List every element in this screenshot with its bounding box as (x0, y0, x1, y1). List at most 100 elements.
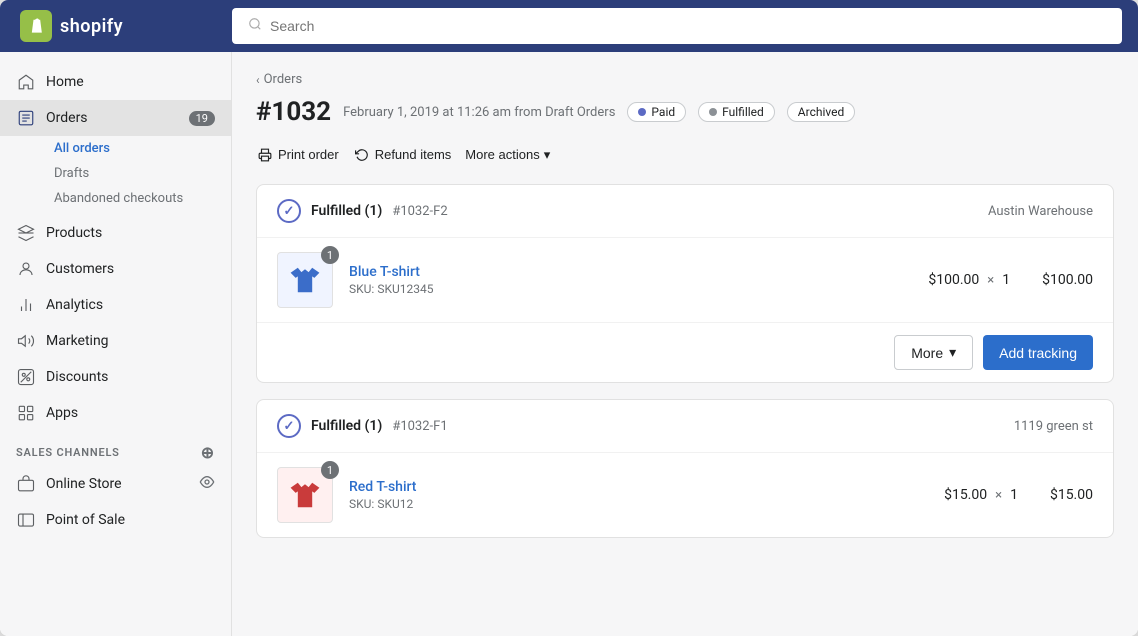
check-mark-1: ✓ (284, 204, 295, 219)
card-footer-1: More ▾ Add tracking (257, 322, 1113, 382)
sidebar-item-orders-label: Orders (46, 110, 179, 126)
sidebar-item-apps-label: Apps (46, 405, 215, 421)
home-icon (16, 72, 36, 92)
more-actions-button[interactable]: More actions ▾ (465, 147, 550, 163)
card-header-left-1: ✓ Fulfilled (1) #1032-F2 (277, 199, 448, 223)
paid-label: Paid (651, 105, 675, 119)
apps-icon (16, 403, 36, 423)
orders-badge: 19 (189, 111, 215, 126)
topbar: shopify (0, 0, 1138, 52)
sidebar-item-pos[interactable]: Point of Sale (0, 502, 231, 538)
analytics-icon (16, 295, 36, 315)
product-unit-price-1: $100.00 (928, 272, 979, 288)
fulfilled-dot (709, 108, 717, 116)
badge-archived: Archived (787, 102, 855, 122)
product-info-2: Red T-shirt SKU: SKU12 (349, 479, 928, 511)
refund-items-button[interactable]: Refund items (353, 143, 454, 166)
search-bar[interactable] (232, 8, 1122, 44)
sidebar-item-discounts[interactable]: Discounts (0, 359, 231, 395)
sidebar-item-home-label: Home (46, 74, 215, 90)
more-actions-chevron-icon: ▾ (544, 147, 551, 163)
fulfillment-id-1: #1032-F2 (392, 204, 447, 219)
more-chevron-icon-1: ▾ (949, 344, 956, 361)
customers-icon (16, 259, 36, 279)
search-icon (248, 17, 262, 35)
online-store-view-icon[interactable] (199, 474, 215, 494)
fulfillment-status-1: Fulfilled (1) (311, 203, 382, 219)
order-number: #1032 (256, 97, 331, 127)
shopify-logo: shopify (20, 10, 123, 42)
sidebar-item-customers-label: Customers (46, 261, 215, 277)
sub-nav-all-orders[interactable]: All orders (46, 136, 231, 161)
sub-nav-drafts[interactable]: Drafts (46, 161, 231, 186)
pos-icon (16, 510, 36, 530)
fulfillment-location-1: Austin Warehouse (988, 204, 1093, 219)
fulfillment-status-2: Fulfilled (1) (311, 418, 382, 434)
product-qty-badge-1: 1 (321, 246, 339, 264)
brand-area: shopify (0, 10, 232, 42)
add-sales-channel-icon[interactable]: ⊕ (201, 443, 215, 462)
product-quantity-2: 1 (1010, 487, 1018, 503)
product-total-1: $100.00 (1042, 272, 1093, 288)
sidebar-item-online-store[interactable]: Online Store (0, 466, 231, 502)
more-actions-label: More actions (465, 147, 539, 162)
add-tracking-button-1[interactable]: Add tracking (983, 335, 1093, 370)
sidebar-item-products[interactable]: Products (0, 215, 231, 251)
card-header-2: ✓ Fulfilled (1) #1032-F1 1119 green st (257, 400, 1113, 453)
fulfilled-check-icon-2: ✓ (277, 414, 301, 438)
sidebar-item-products-label: Products (46, 225, 215, 241)
fulfillment-id-2: #1032-F1 (392, 419, 447, 434)
more-label-1: More (911, 345, 943, 361)
online-store-icon (16, 474, 36, 494)
sidebar-item-orders[interactable]: Orders 19 (0, 100, 231, 136)
shopify-wordmark: shopify (60, 16, 123, 37)
product-total-2: $15.00 (1050, 487, 1093, 503)
sidebar: Home Orders 19 All orders Drafts Abandon… (0, 52, 232, 636)
sales-channels-label: SALES CHANNELS (16, 446, 120, 459)
action-toolbar: Print order Refund items More actions ▾ (256, 143, 1114, 166)
product-name-1[interactable]: Blue T-shirt (349, 264, 912, 280)
shopify-bag-icon (20, 10, 52, 42)
sidebar-item-customers[interactable]: Customers (0, 251, 231, 287)
line-item-1: 1 Blue T-shirt SKU: SKU12345 $100.00 × 1… (257, 238, 1113, 322)
sidebar-item-marketing-label: Marketing (46, 333, 215, 349)
product-info-1: Blue T-shirt SKU: SKU12345 (349, 264, 912, 296)
search-input[interactable] (270, 18, 1106, 34)
products-icon (16, 223, 36, 243)
sidebar-item-discounts-label: Discounts (46, 369, 215, 385)
sidebar-item-analytics[interactable]: Analytics (0, 287, 231, 323)
print-order-button[interactable]: Print order (256, 143, 341, 166)
fulfilled-check-icon-1: ✓ (277, 199, 301, 223)
card-header-1: ✓ Fulfilled (1) #1032-F2 Austin Warehous… (257, 185, 1113, 238)
price-qty-2: $15.00 × 1 (944, 487, 1018, 503)
line-item-2: 1 Red T-shirt SKU: SKU12 $15.00 × 1 $15.… (257, 453, 1113, 537)
breadcrumb[interactable]: ‹ Orders (256, 72, 1114, 87)
paid-dot (638, 108, 646, 116)
product-qty-badge-2: 1 (321, 461, 339, 479)
breadcrumb-label: Orders (264, 72, 303, 87)
blue-tshirt-svg (287, 262, 323, 298)
fulfillment-location-2: 1119 green st (1014, 419, 1093, 434)
price-multiplier-1: × (987, 273, 994, 288)
marketing-icon (16, 331, 36, 351)
sidebar-item-pos-label: Point of Sale (46, 512, 215, 528)
order-meta: February 1, 2019 at 11:26 am from Draft … (343, 105, 615, 120)
product-sku-1: SKU: SKU12345 (349, 282, 912, 296)
product-img-wrap-2: 1 (277, 467, 333, 523)
product-unit-price-2: $15.00 (944, 487, 987, 503)
badge-fulfilled: Fulfilled (698, 102, 775, 122)
sidebar-item-apps[interactable]: Apps (0, 395, 231, 431)
product-name-2[interactable]: Red T-shirt (349, 479, 928, 495)
print-order-label: Print order (278, 147, 339, 162)
sidebar-item-home[interactable]: Home (0, 64, 231, 100)
check-mark-2: ✓ (284, 419, 295, 434)
refund-items-label: Refund items (375, 147, 452, 162)
sub-nav-abandoned[interactable]: Abandoned checkouts (46, 186, 231, 211)
discounts-icon (16, 367, 36, 387)
archived-label: Archived (798, 105, 844, 119)
sidebar-item-analytics-label: Analytics (46, 297, 215, 313)
more-button-1[interactable]: More ▾ (894, 335, 973, 370)
sidebar-item-online-store-label: Online Store (46, 476, 189, 492)
sidebar-item-marketing[interactable]: Marketing (0, 323, 231, 359)
badge-paid: Paid (627, 102, 686, 122)
